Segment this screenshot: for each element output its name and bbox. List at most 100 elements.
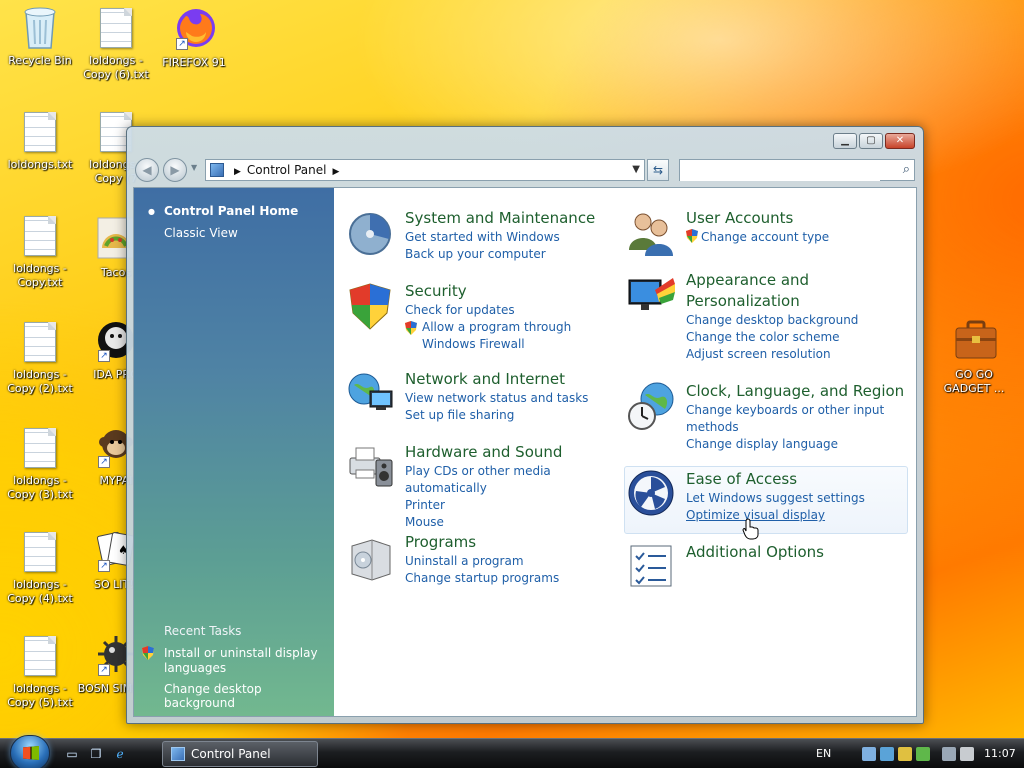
language-indicator[interactable]: EN [816,747,831,760]
category-link[interactable]: Let Windows suggest settings [686,490,906,507]
desktop-icon-label: loldongs - Copy (5).txt [7,682,73,709]
category-link-admin[interactable]: Change account type [686,229,906,248]
close-button[interactable]: ✕ [885,133,915,149]
category-title[interactable]: Appearance and Personalization [686,270,886,312]
refresh-button[interactable]: ⇆ [647,159,669,181]
network-globe-icon [346,369,396,419]
category-link[interactable]: Check for updates [405,302,625,319]
shortcut-arrow-icon: ↗ [98,560,110,572]
forward-arrow-icon: ▶ [170,163,180,177]
breadcrumb-control-panel[interactable]: Control Panel [247,163,327,177]
desktop-icon-label: loldongs - Copy.txt [13,262,67,289]
category-title[interactable]: Programs [405,532,625,553]
desktop-icon-file[interactable]: loldongs - Copy (6).txt [76,8,156,82]
category-title[interactable]: User Accounts [686,208,906,229]
forward-button[interactable]: ▶ [163,158,187,182]
uac-shield-icon [686,229,698,248]
back-button[interactable]: ◀ [135,158,159,182]
control-panel-icon [210,163,224,177]
appearance-monitor-icon [627,270,677,320]
desktop-icon-file[interactable]: loldongs.txt [0,112,80,172]
tray-app-icon[interactable] [880,747,894,761]
category-link[interactable]: Change display language [686,436,906,453]
minimize-button[interactable]: ▁ [833,133,857,149]
content-pane: Control Panel Home Classic View Recent T… [133,187,917,717]
start-button[interactable] [10,735,50,768]
desktop-icon-file[interactable]: loldongs - Copy (5).txt [0,636,80,710]
recent-pages-dropdown-icon[interactable]: ▼ [191,163,197,172]
category-link-admin[interactable]: Allow a program through Windows Firewall [405,319,625,353]
volume-muted-icon[interactable] [960,747,974,761]
ease-of-access-icon [627,469,677,519]
category-title[interactable]: Clock, Language, and Region [686,381,906,402]
recent-task-label[interactable]: Install or uninstall display languages [164,646,318,675]
desktop-icon-file[interactable]: loldongs - Copy (4).txt [0,532,80,606]
recent-task-item[interactable]: Install or uninstall display languages [142,646,324,676]
category-link[interactable]: Change desktop background [686,312,886,329]
control-panel-window[interactable]: ▁ ▢ ✕ ◀ ▶ ▼ ▶ Control Panel ▶ ▼ ⇆ ⌕ Contro… [126,126,924,724]
category-title[interactable]: Network and Internet [405,369,625,390]
desktop-icon-file[interactable]: loldongs - Copy (2).txt [0,322,80,396]
clock-globe-icon [627,381,677,431]
shortcut-arrow-icon: ↗ [176,38,188,50]
maximize-button[interactable]: ▢ [859,133,883,149]
breadcrumb-separator-icon[interactable]: ▶ [333,167,340,177]
category-link-hovered[interactable]: Optimize visual display [686,507,906,524]
category-link[interactable]: Back up your computer [405,246,625,263]
sidebar-link-classic-view[interactable]: Classic View [164,226,238,240]
tray-app-icon[interactable] [916,747,930,761]
switch-windows-icon[interactable]: ❐ [88,747,104,761]
desktop-icon-file[interactable]: loldongs - Copy.txt [0,216,80,290]
address-dropdown-icon[interactable]: ▼ [632,160,640,180]
search-icon[interactable]: ⌕ [903,162,910,177]
clock[interactable]: 11:07 [984,747,1016,760]
user-accounts-icon [627,208,677,258]
category-title[interactable]: System and Maintenance [405,208,625,229]
checklist-icon [627,542,677,592]
shortcut-arrow-icon: ↗ [98,664,110,676]
programs-box-icon [346,532,396,582]
desktop-icon-recycle-bin[interactable]: Recycle Bin [0,4,80,68]
security-shield-icon [346,281,396,331]
address-row: ◀ ▶ ▼ ▶ Control Panel ▶ ▼ ⇆ ⌕ [135,157,915,183]
category-link[interactable]: Play CDs or other media automatically [405,463,625,497]
tray-app-icon[interactable] [862,747,876,761]
search-box[interactable]: ⌕ [679,159,915,181]
category-title[interactable]: Security [405,281,625,302]
category-link-label[interactable]: Change account type [701,230,829,244]
internet-explorer-icon[interactable]: ℯ [112,747,128,761]
desktop-icon-file[interactable]: loldongs - Copy (3).txt [0,428,80,502]
category-link[interactable]: Uninstall a program [405,553,625,570]
category-link[interactable]: Mouse [405,514,625,531]
category-link[interactable]: Adjust screen resolution [686,346,886,363]
control-panel-icon [171,747,185,761]
uac-shield-icon [142,646,154,664]
category-link[interactable]: Get started with Windows [405,229,625,246]
category-link[interactable]: Printer [405,497,625,514]
address-bar[interactable]: ▶ Control Panel ▶ ▼ [205,159,645,181]
text-file-icon [24,322,56,362]
taskbar-button-control-panel[interactable]: Control Panel [162,741,318,767]
text-file-icon [24,532,56,572]
recent-task-item[interactable]: Change desktop background [164,682,334,710]
search-input[interactable] [680,161,880,181]
sidebar-link-control-panel-home[interactable]: Control Panel Home [148,204,298,219]
category-link-label[interactable]: Allow a program through Windows Firewall [422,320,571,351]
category-link[interactable]: Set up file sharing [405,407,625,424]
breadcrumb-separator-icon[interactable]: ▶ [234,167,241,177]
desktop-icon-label: Recycle Bin [8,54,72,67]
category-link[interactable]: Change keyboards or other input methods [686,402,906,436]
category-title[interactable]: Hardware and Sound [405,442,625,463]
category-link[interactable]: Change the color scheme [686,329,886,346]
category-title[interactable]: Ease of Access [686,469,906,490]
category-link[interactable]: View network status and tasks [405,390,625,407]
tray-app-icon[interactable] [898,747,912,761]
network-tray-icon[interactable] [942,747,956,761]
desktop-icon-label: loldongs - Copy (4).txt [7,578,73,605]
show-desktop-icon[interactable]: ▭ [64,747,80,761]
desktop-icon-firefox[interactable]: ↗ FIREFOX 91 [154,6,234,70]
category-link[interactable]: Change startup programs [405,570,625,587]
category-title[interactable]: Additional Options [686,542,906,563]
printer-speaker-icon [346,442,396,492]
desktop-icon-go-go-gadget[interactable]: GO GO GADGET ... [934,318,1014,396]
